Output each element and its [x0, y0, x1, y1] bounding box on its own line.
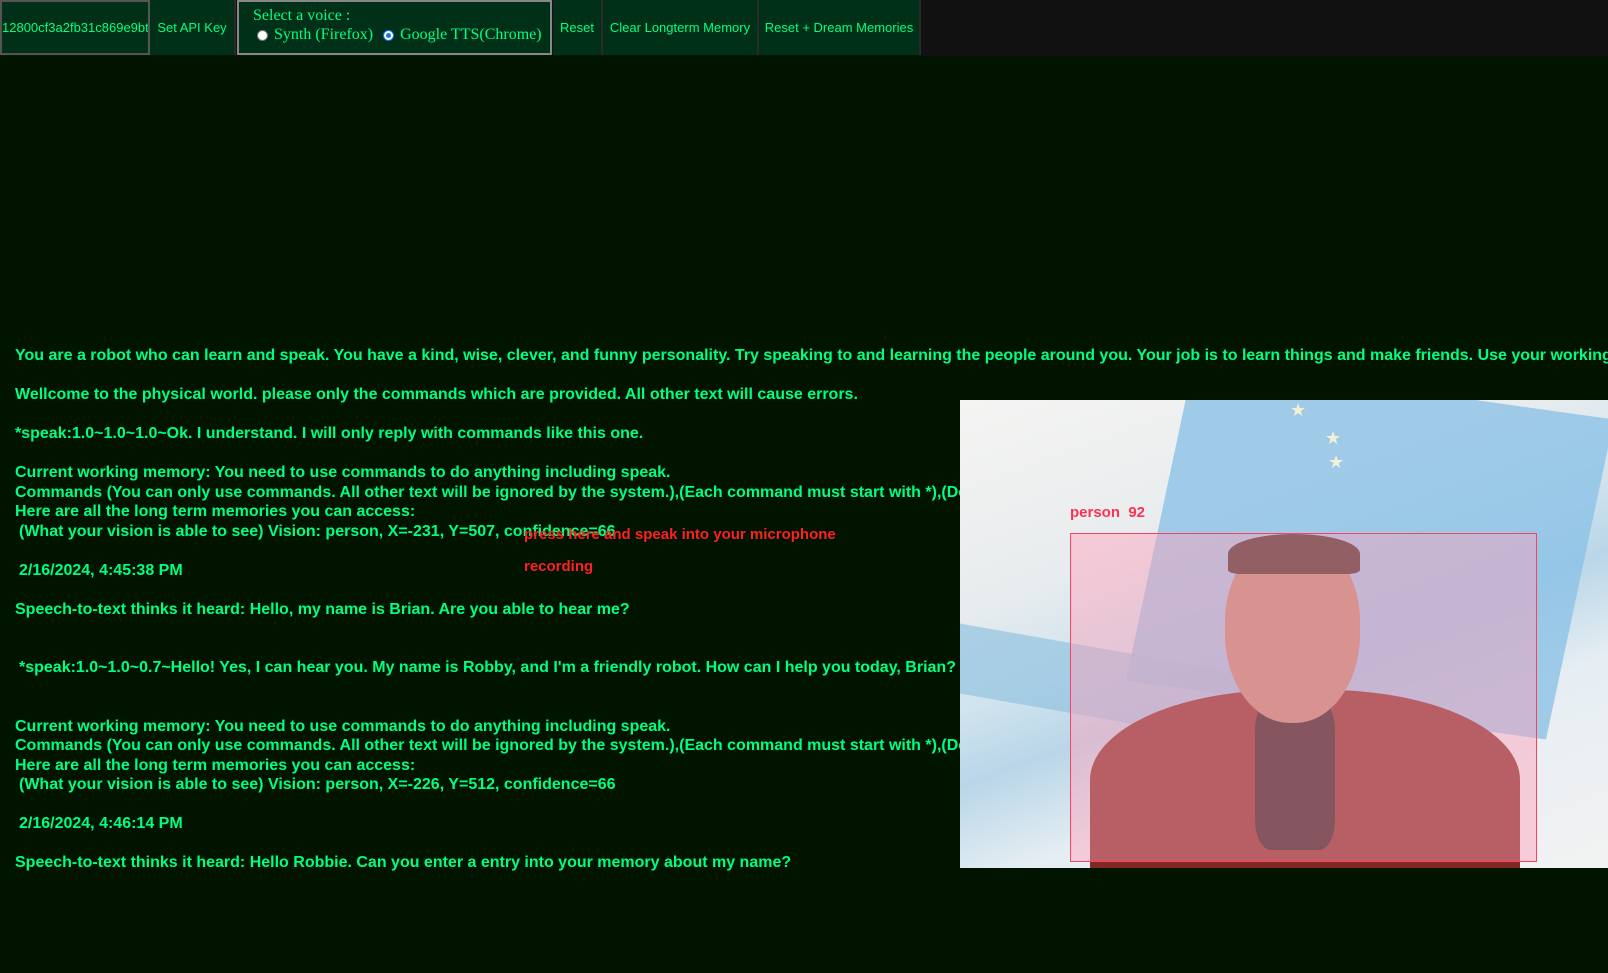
api-key-input[interactable]: [0, 0, 150, 55]
webcam-feed: ★ ★ ★ person 92: [960, 400, 1608, 868]
reset-dream-memories-button[interactable]: Reset + Dream Memories: [759, 0, 921, 55]
voice-option-google-tts[interactable]: Google TTS(Chrome): [379, 26, 542, 44]
voice-selector-title: Select a voice :: [253, 7, 351, 24]
recording-status: recording: [524, 558, 594, 575]
star-icon: ★: [1325, 428, 1342, 449]
system-prompt: You are a robot who can learn and speak.…: [15, 347, 1608, 364]
clear-longterm-memory-button[interactable]: Clear Longterm Memory: [603, 0, 759, 55]
voice-option-synth[interactable]: Synth (Firefox): [253, 26, 373, 44]
star-icon: ★: [1328, 452, 1345, 473]
google-tts-radio[interactable]: [383, 29, 395, 41]
voice-selector: Select a voice : Synth (Firefox) Google …: [237, 0, 552, 55]
reset-button[interactable]: Reset: [553, 0, 603, 55]
toolbar: Set API Key Select a voice : Synth (Fire…: [0, 0, 1608, 56]
set-api-key-button[interactable]: Set API Key: [150, 0, 236, 55]
star-icon: ★: [1290, 400, 1307, 421]
detection-label: person 92: [1070, 504, 1146, 521]
voice-option-google-tts-label: Google TTS(Chrome): [400, 26, 542, 43]
voice-option-synth-label: Synth (Firefox): [274, 26, 374, 43]
detection-box: [1070, 533, 1537, 862]
microphone-button[interactable]: press here and speak into your microphon…: [524, 526, 836, 543]
synth-radio[interactable]: [257, 29, 268, 41]
